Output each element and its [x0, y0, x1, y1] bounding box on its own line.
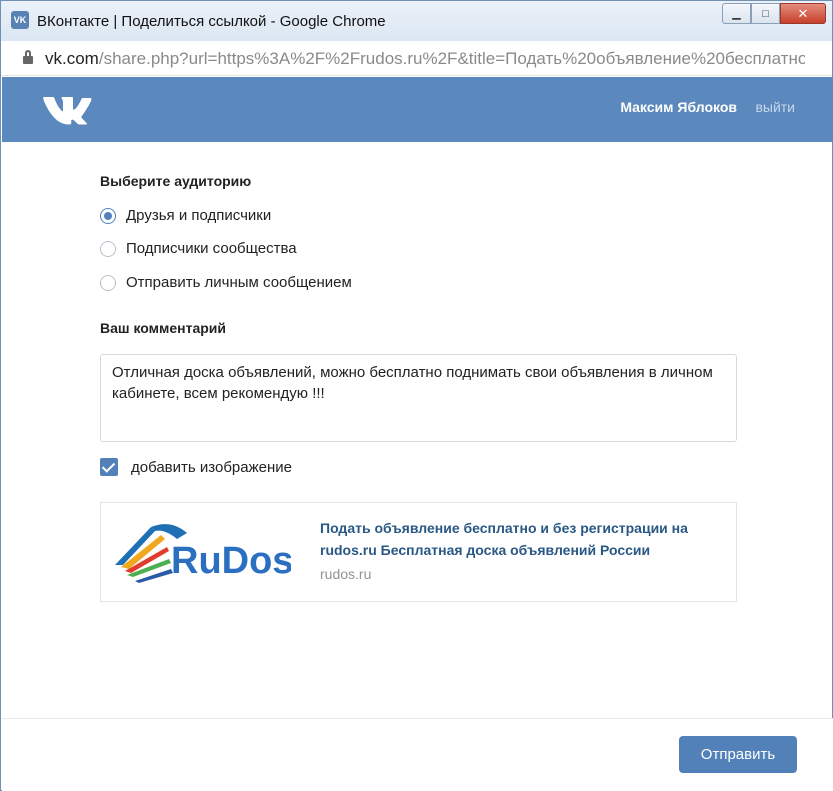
minimize-icon: ▁	[732, 8, 741, 20]
url-text[interactable]: vk.com/share.php?url=https%3A%2F%2Frudos…	[45, 49, 805, 69]
comment-textarea[interactable]: Отличная доска объявлений, можно бесплат…	[100, 354, 737, 442]
url-host: vk.com	[45, 49, 99, 68]
radio-label: Подписчики сообщества	[126, 240, 297, 257]
address-bar[interactable]: vk.com/share.php?url=https%3A%2F%2Frudos…	[1, 41, 832, 76]
footer: Отправить	[2, 719, 833, 791]
vk-logo-icon[interactable]	[42, 93, 94, 125]
radio-unchecked-icon[interactable]	[100, 240, 116, 257]
url-path: /share.php?url=https%3A%2F%2Frudos.ru%2F…	[98, 49, 805, 68]
vk-icon: VK	[11, 11, 29, 29]
link-preview-card[interactable]: RuDos Подать объявление бесплатно и без …	[100, 502, 737, 602]
radio-unchecked-icon[interactable]	[100, 274, 116, 291]
radio-private-message[interactable]: Отправить личным сообщением	[100, 274, 352, 291]
maximize-icon: □	[762, 7, 769, 20]
logo-wordmark: RuDos	[171, 540, 291, 582]
title-bar: VK ВКонтакте | Поделиться ссылкой - Goog…	[1, 1, 832, 41]
preview-title[interactable]: Подать объявление бесплатно и без регист…	[320, 517, 720, 561]
radio-friends[interactable]: Друзья и подписчики	[100, 207, 271, 224]
close-icon: ✕	[797, 5, 809, 21]
lock-icon[interactable]	[23, 50, 33, 65]
logout-link[interactable]: выйти	[755, 99, 795, 115]
vk-header: Максим Яблоков выйти	[2, 77, 833, 142]
add-image-label: добавить изображение	[131, 458, 292, 476]
radio-label: Отправить личным сообщением	[126, 274, 352, 291]
audience-title: Выберите аудиторию	[100, 173, 252, 189]
rudos-logo[interactable]: RuDos	[111, 513, 291, 591]
send-button[interactable]: Отправить	[679, 736, 797, 773]
maximize-button[interactable]: □	[751, 3, 780, 24]
window-controls: ▁ □ ✕	[722, 3, 826, 24]
minimize-button[interactable]: ▁	[722, 3, 751, 24]
user-name[interactable]: Максим Яблоков	[620, 99, 737, 115]
browser-window: VK ВКонтакте | Поделиться ссылкой - Goog…	[0, 0, 833, 791]
checkbox-checked-icon[interactable]	[100, 458, 118, 476]
radio-label: Друзья и подписчики	[126, 207, 272, 224]
comment-title: Ваш комментарий	[100, 320, 227, 336]
radio-checked-icon[interactable]	[100, 207, 116, 224]
preview-domain: rudos.ru	[320, 566, 372, 582]
window-title: ВКонтакте | Поделиться ссылкой - Google …	[37, 13, 386, 30]
radio-community[interactable]: Подписчики сообщества	[100, 240, 297, 257]
add-image-checkbox-row[interactable]: добавить изображение	[100, 458, 292, 476]
close-button[interactable]: ✕	[780, 3, 826, 24]
